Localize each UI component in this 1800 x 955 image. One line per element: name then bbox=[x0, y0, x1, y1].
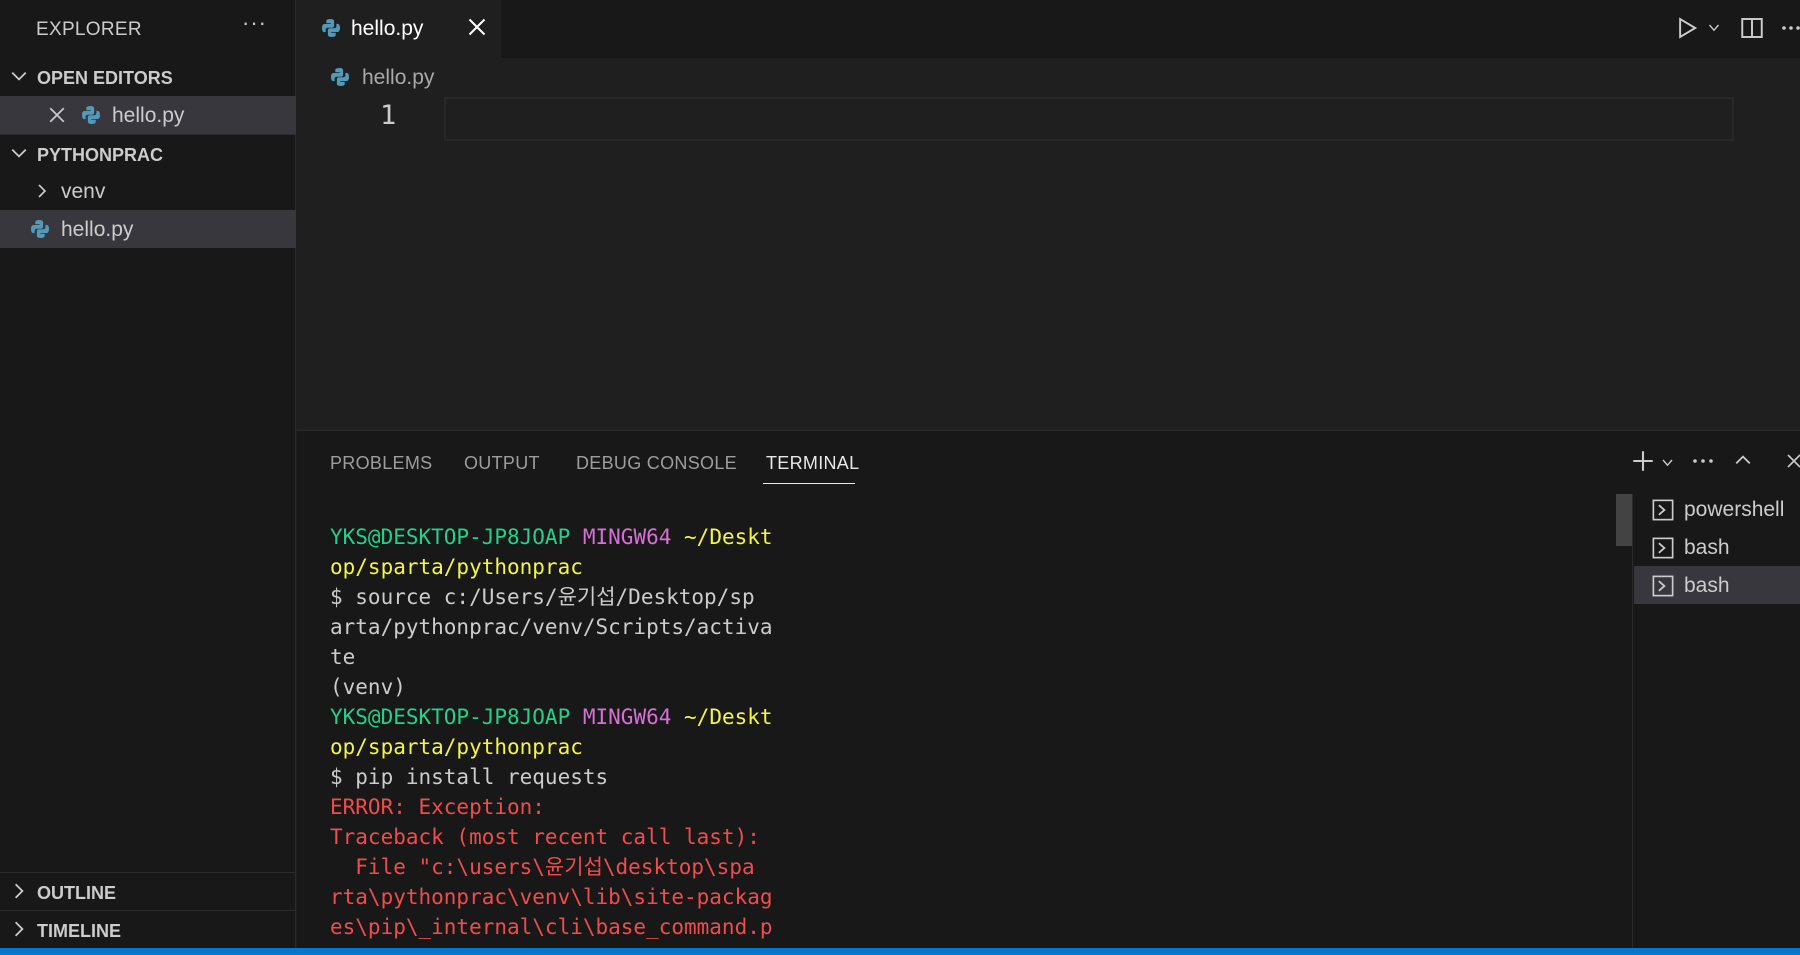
explorer-sidebar: EXPLORER ··· OPEN EDITORS hello.py PYTHO… bbox=[0, 0, 296, 948]
open-editor-item[interactable]: hello.py bbox=[0, 96, 296, 134]
timeline-label: TIMELINE bbox=[37, 921, 121, 941]
terminal-text-segment: ERROR: Exception: bbox=[330, 795, 545, 819]
python-icon bbox=[82, 106, 100, 124]
terminal-text-segment: YKS@DESKTOP-JP8JOAP bbox=[330, 525, 583, 549]
split-editor-icon[interactable] bbox=[1740, 16, 1764, 40]
timeline-section-header[interactable]: TIMELINE bbox=[0, 912, 296, 948]
terminal-line: ERROR: Exception: bbox=[330, 792, 790, 822]
tab-hello-py[interactable]: hello.py bbox=[297, 0, 501, 58]
terminal-line: op/sparta/pythonprac bbox=[330, 552, 790, 582]
terminal-text-segment: ~/Deskt bbox=[684, 705, 773, 729]
terminal-text-segment: $ source c:/Users/윤기섭/Desktop/sp bbox=[330, 585, 755, 609]
open-editors-section-header[interactable]: OPEN EDITORS bbox=[0, 59, 296, 95]
terminal-line: YKS@DESKTOP-JP8JOAP MINGW64 ~/Deskt bbox=[330, 522, 790, 552]
tree-item-hello-py[interactable]: hello.py bbox=[0, 210, 296, 248]
terminal-item-label: powershell bbox=[1684, 498, 1785, 521]
terminal-line: Traceback (most recent call last): bbox=[330, 822, 790, 852]
terminal-icon bbox=[1652, 499, 1674, 521]
chevron-down-icon bbox=[11, 148, 27, 158]
tab-output[interactable]: OUTPUT bbox=[464, 453, 540, 474]
close-icon[interactable] bbox=[467, 17, 487, 37]
python-icon bbox=[322, 19, 340, 37]
terminal-output[interactable]: YKS@DESKTOP-JP8JOAP MINGW64 ~/Deskt op/sp… bbox=[330, 522, 790, 942]
terminal-line: $ pip install requests bbox=[330, 762, 790, 792]
terminal-text-segment: File "c:\users\윤기섭\desktop\spa bbox=[330, 855, 755, 879]
terminal-text-segment: YKS@DESKTOP-JP8JOAP bbox=[330, 705, 583, 729]
terminal-item-powershell[interactable]: powershell bbox=[1634, 490, 1800, 528]
terminal-text-segment: Traceback (most recent call last): bbox=[330, 825, 760, 849]
chevron-down-icon bbox=[11, 71, 27, 81]
terminal-text-segment: ~/Deskt bbox=[684, 525, 773, 549]
terminal-text-segment: rta\pythonprac\venv\lib\site-packag bbox=[330, 885, 773, 909]
tab-label: hello.py bbox=[351, 17, 424, 40]
terminal-text-segment: te bbox=[330, 645, 356, 669]
chevron-down-icon[interactable] bbox=[1707, 22, 1721, 34]
section-divider bbox=[0, 910, 296, 911]
outline-section-header[interactable]: OUTLINE bbox=[0, 874, 296, 910]
editor-tab-bar: hello.py bbox=[297, 0, 1800, 58]
terminal-line: rta\pythonprac\venv\lib\site-packag bbox=[330, 882, 790, 912]
terminal-list-divider bbox=[1632, 494, 1633, 948]
terminal-item-bash[interactable]: bash bbox=[1634, 528, 1800, 566]
terminal-text-segment: es\pip\_internal\cli\base_command.p bbox=[330, 915, 773, 939]
python-icon bbox=[331, 68, 349, 86]
close-icon[interactable] bbox=[48, 106, 66, 124]
tree-item-venv[interactable]: venv bbox=[0, 172, 296, 210]
section-divider bbox=[0, 872, 296, 873]
terminal-line: File "c:\users\윤기섭\desktop\spa bbox=[330, 852, 790, 882]
open-editor-label: hello.py bbox=[112, 104, 185, 127]
close-panel-icon[interactable] bbox=[1786, 451, 1800, 469]
terminal-line: es\pip\_internal\cli\base_command.p bbox=[330, 912, 790, 942]
code-editor-line[interactable] bbox=[444, 97, 1734, 141]
maximize-panel-icon[interactable] bbox=[1732, 451, 1754, 469]
chevron-right-icon bbox=[14, 883, 24, 899]
workspace-section-header[interactable]: PYTHONPRAC bbox=[0, 136, 296, 172]
terminal-line: op/sparta/pythonprac bbox=[330, 732, 790, 762]
new-terminal-icon[interactable] bbox=[1631, 449, 1655, 473]
section-divider bbox=[0, 134, 296, 135]
terminal-text-segment: MINGW64 bbox=[582, 705, 685, 729]
tab-terminal[interactable]: TERMINAL bbox=[766, 453, 859, 474]
terminal-icon bbox=[1652, 575, 1674, 597]
more-actions-icon[interactable] bbox=[1781, 16, 1800, 40]
terminal-text-segment: op/sparta/pythonprac bbox=[330, 735, 583, 759]
python-icon bbox=[31, 220, 49, 238]
terminal-line: $ source c:/Users/윤기섭/Desktop/sp bbox=[330, 582, 790, 612]
more-actions-icon[interactable]: ··· bbox=[242, 10, 267, 36]
terminal-line: YKS@DESKTOP-JP8JOAP MINGW64 ~/Deskt bbox=[330, 702, 790, 732]
chevron-right-icon bbox=[38, 184, 47, 198]
breadcrumb-file: hello.py bbox=[362, 66, 435, 89]
active-tab-indicator bbox=[763, 483, 855, 484]
chevron-right-icon bbox=[14, 921, 24, 937]
line-number: 1 bbox=[380, 100, 397, 131]
workspace-label: PYTHONPRAC bbox=[37, 145, 164, 165]
terminal-icon bbox=[1652, 537, 1674, 559]
run-icon[interactable] bbox=[1676, 16, 1698, 40]
more-actions-icon[interactable] bbox=[1691, 449, 1715, 473]
terminal-item-bash-selected[interactable]: bash bbox=[1634, 566, 1800, 604]
terminal-line: (venv) bbox=[330, 672, 790, 702]
tree-item-label: hello.py bbox=[61, 218, 134, 241]
terminal-text-segment: arta/pythonprac/venv/Scripts/activa bbox=[330, 615, 773, 639]
chevron-down-icon[interactable] bbox=[1661, 457, 1674, 469]
terminal-line: te bbox=[330, 642, 790, 672]
terminal-item-label: bash bbox=[1684, 574, 1730, 597]
explorer-title: EXPLORER bbox=[36, 19, 142, 40]
tab-debug-console[interactable]: DEBUG CONSOLE bbox=[576, 453, 737, 474]
terminal-item-label: bash bbox=[1684, 536, 1730, 559]
outline-label: OUTLINE bbox=[37, 883, 116, 903]
status-bar bbox=[0, 948, 1800, 955]
terminal-text-segment: $ pip install requests bbox=[330, 765, 609, 789]
terminal-line: arta/pythonprac/venv/Scripts/activa bbox=[330, 612, 790, 642]
tab-problems[interactable]: PROBLEMS bbox=[330, 453, 432, 474]
terminal-scrollbar[interactable] bbox=[1616, 494, 1632, 546]
terminal-text-segment: MINGW64 bbox=[582, 525, 685, 549]
open-editors-label: OPEN EDITORS bbox=[37, 68, 173, 88]
tree-item-label: venv bbox=[61, 180, 106, 203]
terminal-text-segment: op/sparta/pythonprac bbox=[330, 555, 583, 579]
terminal-text-segment: (venv) bbox=[330, 675, 406, 699]
